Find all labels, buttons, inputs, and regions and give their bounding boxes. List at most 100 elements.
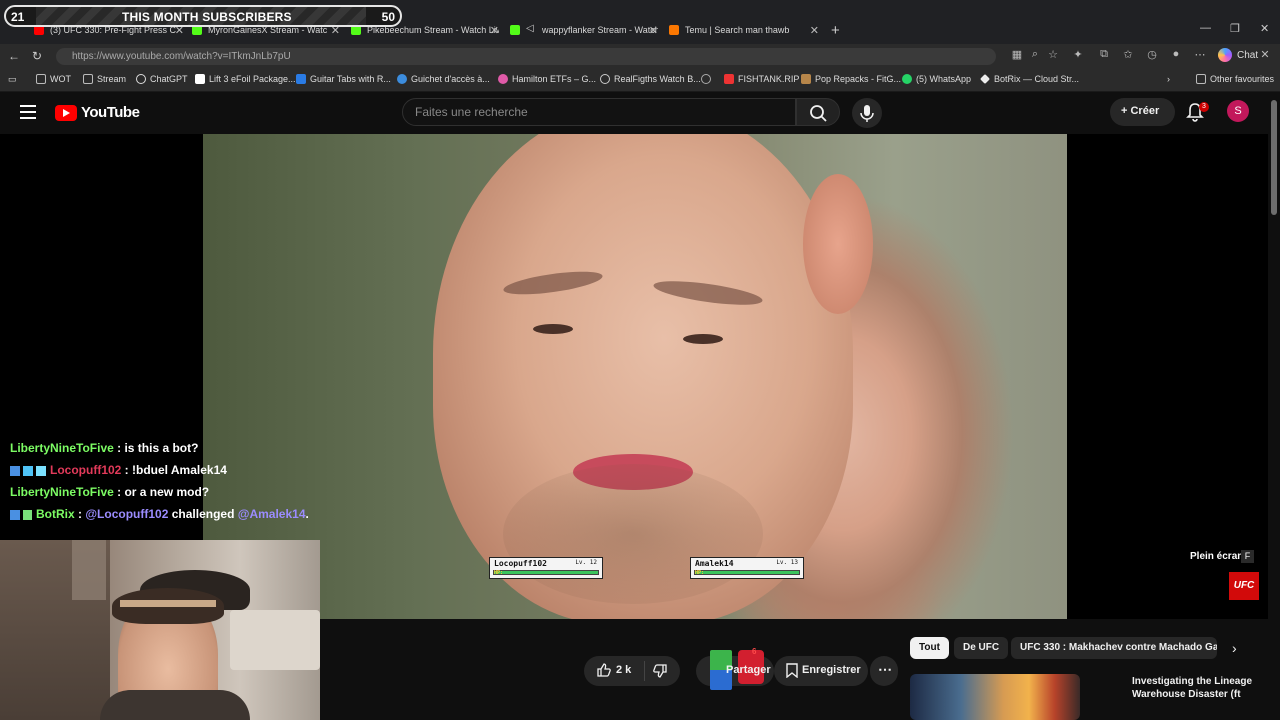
close-panel-icon[interactable]: ✕	[1258, 48, 1272, 62]
player-two-hp-bar: HP:	[694, 570, 800, 576]
favorite-star-icon[interactable]: ☆	[1046, 48, 1060, 62]
account-avatar[interactable]: S	[1227, 100, 1249, 122]
bookmark-chatgpt[interactable]: ChatGPT	[136, 74, 188, 84]
reading-list-icon[interactable]: ▭	[8, 74, 17, 85]
reload-icon[interactable]: ↻	[32, 49, 42, 63]
tab-wappyflanker[interactable]: ◁ wappyflanker Stream - Watch ✕	[510, 18, 658, 42]
url-field[interactable]: https://www.youtube.com/watch?v=ITkmJnLb…	[56, 48, 996, 65]
other-favourites-folder[interactable]: Other favourites	[1196, 74, 1274, 84]
goal-current-count: 21	[11, 10, 25, 24]
more-menu-icon[interactable]: ⋯	[1193, 48, 1207, 62]
player-one-name: Locopuff102	[494, 559, 547, 568]
bookmarks-bar: ▭ WOT Stream ChatGPT Lift 3 eFoil Packag…	[0, 68, 1280, 92]
voice-search-button[interactable]	[852, 98, 882, 128]
scrollbar-thumb[interactable]	[1271, 100, 1277, 215]
history-icon[interactable]: ◷	[1145, 48, 1159, 62]
share-badge: 6	[752, 647, 757, 656]
hp-label: HP:	[494, 570, 504, 576]
close-tab-icon[interactable]: ✕	[649, 24, 658, 37]
wall-poster-shape	[72, 540, 106, 600]
bookmark-globe[interactable]	[701, 74, 711, 84]
bookmark-fishtank[interactable]: FISHTANK.RIP	[724, 74, 799, 84]
chatgpt-icon	[136, 74, 146, 84]
youtube-logo[interactable]: YouTube	[55, 104, 140, 121]
minimize-icon[interactable]: —	[1200, 22, 1211, 34]
chip-all[interactable]: Tout	[910, 637, 949, 659]
bookmark-realfigths[interactable]: RealFigths Watch B...	[600, 74, 701, 84]
chat-badges-icon	[10, 465, 46, 476]
video-frame[interactable]	[203, 134, 1067, 619]
search-icon	[810, 105, 827, 122]
search-input[interactable]: Faites une recherche	[402, 98, 796, 126]
tab-label: Temu | Search man thawb	[685, 25, 790, 35]
chat-mention: @Locopuff102	[85, 507, 169, 521]
new-tab-button[interactable]: +	[831, 18, 845, 42]
profile-icon[interactable]: ●	[1169, 48, 1183, 62]
zoom-icon[interactable]: ⌕	[1028, 48, 1042, 62]
thumbs-up-icon	[597, 663, 611, 677]
goal-label: THIS MONTH SUBSCRIBERS	[122, 10, 292, 24]
search-button[interactable]	[796, 98, 840, 126]
hamburger-menu-icon[interactable]	[20, 105, 36, 119]
close-window-icon[interactable]: ✕	[1260, 22, 1269, 35]
dislike-button[interactable]	[652, 663, 668, 682]
folder-icon	[36, 74, 46, 84]
folder-icon	[83, 74, 93, 84]
bookmark-lift[interactable]: Lift 3 eFoil Package...	[195, 74, 296, 84]
bookmark-label: Pop Repacks - FitG...	[815, 74, 902, 84]
close-tab-icon[interactable]: ✕	[490, 24, 499, 37]
bookmark-botrix[interactable]: BotRix — Cloud Str...	[980, 74, 1079, 84]
chat-text: .	[305, 507, 309, 521]
share-label: Partager	[726, 664, 771, 676]
copilot-chat-button[interactable]: Chat	[1218, 48, 1258, 62]
address-bar-row: ← ↻ https://www.youtube.com/watch?v=ITkm…	[0, 44, 1280, 68]
microphone-icon	[860, 105, 874, 122]
fullscreen-shortcut-key: F	[1241, 550, 1254, 563]
bookmark-hamilton[interactable]: Hamilton ETFs – G...	[498, 74, 596, 84]
chevron-right-icon[interactable]: ›	[1232, 640, 1237, 656]
save-button[interactable]: Enregistrer	[774, 656, 868, 686]
close-tab-icon[interactable]: ✕	[810, 24, 819, 37]
back-icon[interactable]: ←	[8, 49, 20, 63]
chip-from-ufc[interactable]: De UFC	[954, 637, 1009, 659]
channel-watermark[interactable]: UFC	[1229, 572, 1259, 600]
goal-target-count: 50	[381, 10, 395, 24]
bookmark-icon	[786, 663, 798, 681]
favorites-icon[interactable]: ✩	[1121, 48, 1135, 62]
chip-ufc-330[interactable]: UFC 330 : Makhachev contre Machado Ga	[1011, 637, 1217, 659]
maximize-icon[interactable]: ❐	[1230, 22, 1240, 35]
chat-text: : !bduel Amalek14	[121, 463, 227, 477]
bookmark-whatsapp[interactable]: (5) WhatsApp	[902, 74, 971, 84]
create-button[interactable]: + Créer	[1110, 98, 1175, 126]
recommended-video-title[interactable]: Investigating the Lineage Warehouse Disa…	[1132, 675, 1262, 701]
bookmark-wot[interactable]: WOT	[36, 74, 71, 84]
duel-player-one-card: Locopuff102 Lv. 12 HP:	[489, 557, 603, 579]
bookmark-stream[interactable]: Stream	[83, 74, 126, 84]
tab-temu[interactable]: Temu | Search man thawb ✕	[669, 18, 819, 42]
mute-icon[interactable]: ◁	[526, 23, 536, 34]
divider	[644, 661, 645, 681]
read-mode-icon[interactable]: ▦	[1010, 48, 1024, 62]
extensions-icon[interactable]: ✦	[1071, 48, 1085, 62]
like-button[interactable]	[596, 662, 612, 681]
bookmark-label: Guitar Tabs with R...	[310, 74, 391, 84]
bookmark-guitar-tabs[interactable]: Guitar Tabs with R...	[296, 74, 391, 84]
bookmark-label: Lift 3 eFoil Package...	[209, 74, 296, 84]
bookmarks-overflow-icon[interactable]: ›	[1167, 74, 1170, 84]
chat-message: LibertyNineToFive : or a new mod?	[10, 485, 209, 499]
share-button[interactable]: Partager 6	[696, 647, 774, 690]
tab-label: wappyflanker Stream - Watch	[542, 25, 658, 35]
split-screen-icon[interactable]: ⧉	[1097, 48, 1111, 62]
recommended-video-thumbnail[interactable]	[910, 674, 1080, 720]
bookmark-guichet[interactable]: Guichet d'accès à...	[397, 74, 490, 84]
bookmark-pop-repacks[interactable]: Pop Repacks - FitG...	[801, 74, 901, 84]
hp-label: HP:	[695, 570, 705, 576]
more-actions-button[interactable]: ⋯	[870, 656, 898, 686]
bookmark-label: BotRix — Cloud Str...	[994, 74, 1080, 84]
player-two-name: Amalek14	[695, 559, 734, 568]
bookmark-label: Stream	[97, 74, 127, 84]
chat-message: LibertyNineToFive : is this a bot?	[10, 441, 198, 455]
notification-count-badge: 3	[1199, 102, 1209, 112]
chat-username: LibertyNineToFive	[10, 441, 114, 455]
